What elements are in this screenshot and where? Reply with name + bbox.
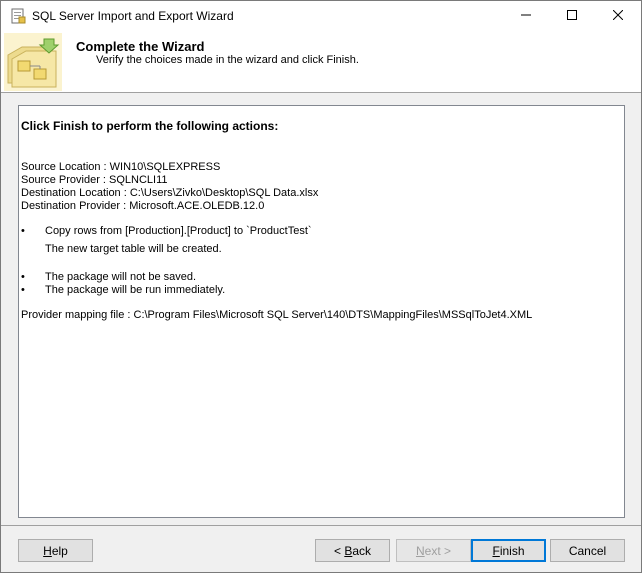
bullet-copy: • [21,225,25,237]
title-bar[interactable]: SQL Server Import and Export Wizard [1,1,641,31]
cancel-button[interactable]: Cancel [550,539,625,562]
source-provider: Source Provider : SQLNCLI11 [21,174,168,186]
destination-provider: Destination Provider : Microsoft.ACE.OLE… [21,200,265,212]
destination-location: Destination Location : C:\Users\Zivko\De… [21,187,319,199]
maximize-icon [567,9,577,23]
page-subtitle: Verify the choices made in the wizard an… [96,54,359,66]
copy-note: The new target table will be created. [45,243,222,255]
package-saved-note: The package will not be saved. [45,271,197,283]
package-run-note: The package will be run immediately. [45,284,226,296]
wizard-app-icon [10,8,26,24]
maximize-button[interactable] [549,1,595,31]
help-mnemonic: H [43,543,52,558]
close-icon [612,9,624,23]
next-label: ext > [424,543,452,558]
back-label: ack [352,543,372,558]
button-bar: Help < Back Next > Finish Cancel [1,526,641,572]
finish-button[interactable]: Finish [471,539,546,562]
source-location: Source Location : WIN10\SQLEXPRESS [21,161,221,173]
next-mnemonic: N [415,543,425,558]
back-prefix: < [333,543,345,558]
wizard-header: Complete the Wizard Verify the choices m… [1,31,641,93]
back-button[interactable]: < Back [315,539,390,562]
summary-report[interactable]: Click Finish to perform the following ac… [18,105,625,518]
mapping-file: Provider mapping file : C:\Program Files… [21,309,533,321]
minimize-icon [521,9,531,23]
copy-action: Copy rows from [Production].[Product] to… [45,225,312,237]
bullet-run: • [21,284,25,296]
back-mnemonic: B [344,543,353,558]
help-label: elp [51,543,68,558]
finish-label: inish [499,543,525,558]
wizard-window: SQL Server Import and Export Wizard Comp… [0,0,642,573]
window-title: SQL Server Import and Export Wizard [32,9,234,23]
close-button[interactable] [595,1,641,31]
wizard-folder-icon [4,33,62,91]
finish-mnemonic: F [492,543,500,558]
content-area: Click Finish to perform the following ac… [1,94,641,524]
page-title: Complete the Wizard [76,39,205,54]
help-button[interactable]: Help [18,539,93,562]
minimize-button[interactable] [503,1,549,31]
bullet-saved: • [21,271,25,283]
next-button[interactable]: Next > [396,539,471,562]
report-heading: Click Finish to perform the following ac… [21,119,279,133]
